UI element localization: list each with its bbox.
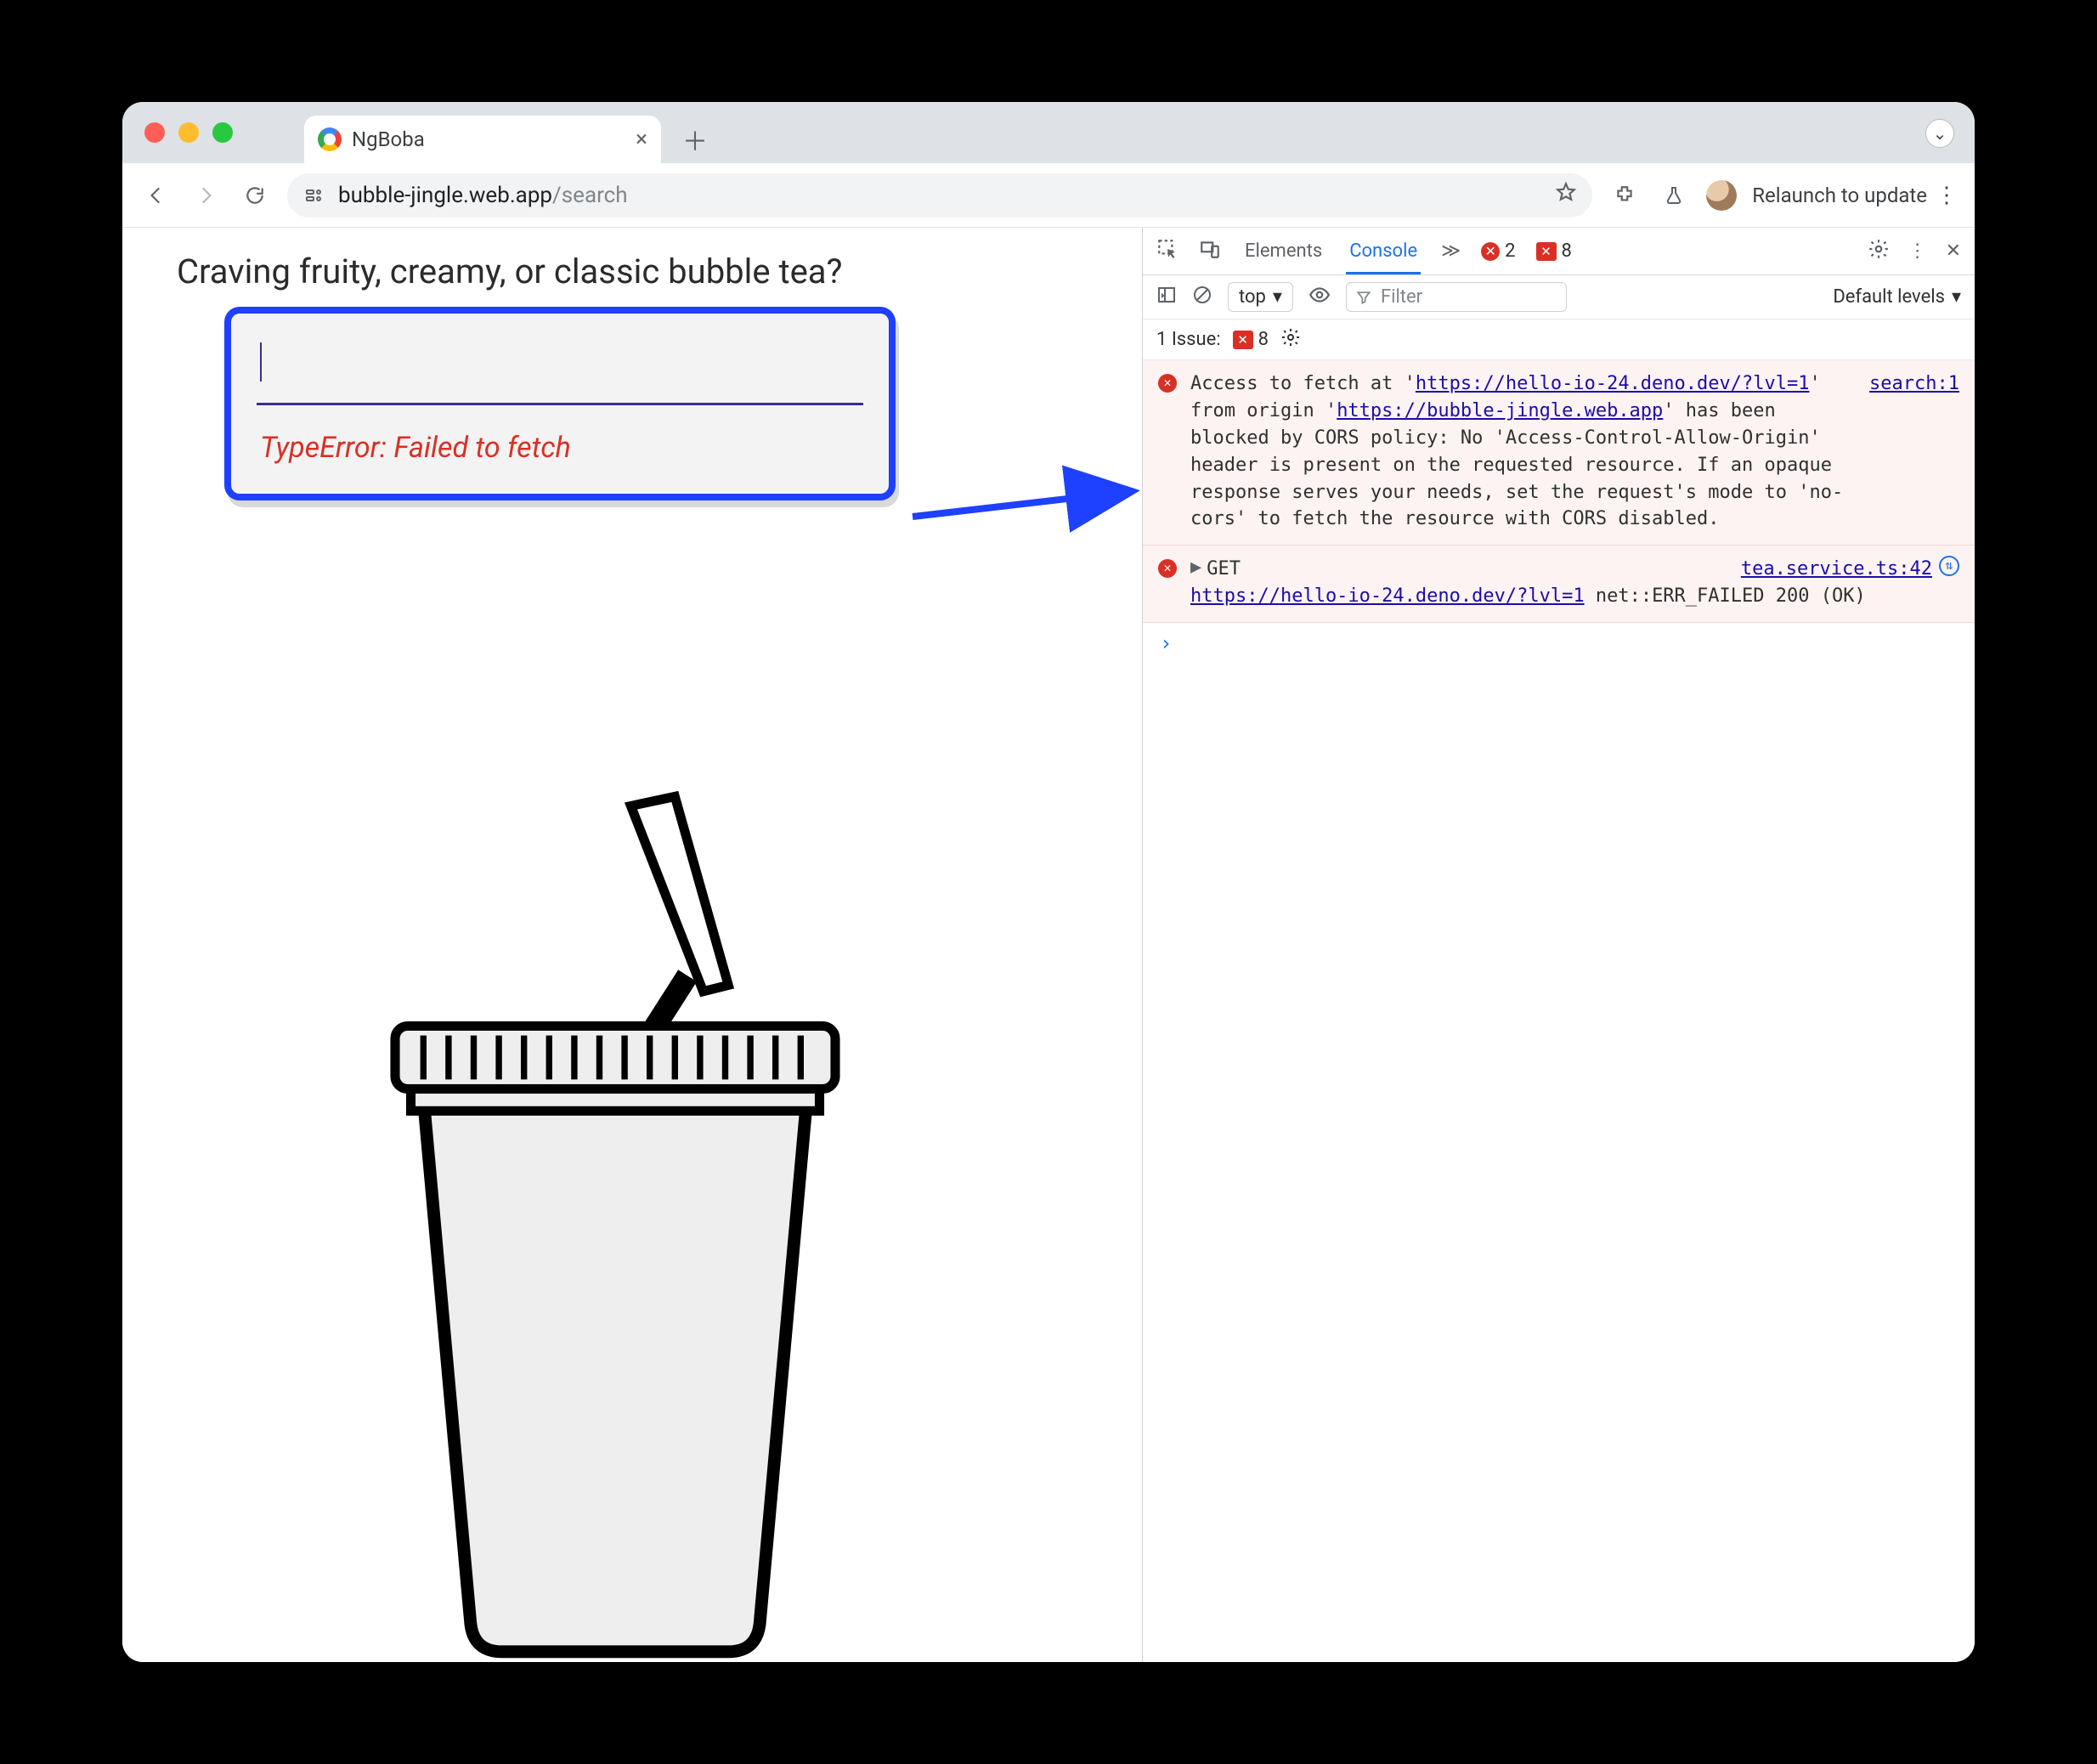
close-tab-icon[interactable]: × bbox=[636, 127, 647, 152]
console-toolbar: top▾ Filter Default levels▾ bbox=[1143, 275, 1975, 319]
console-log: ✕ Access to fetch at 'https://hello-io-2… bbox=[1143, 360, 1975, 1662]
angular-favicon-icon bbox=[318, 127, 342, 151]
reload-button[interactable] bbox=[238, 178, 272, 212]
forward-button[interactable] bbox=[189, 178, 223, 212]
devtools-menu-icon[interactable]: ⋮ bbox=[1908, 240, 1927, 262]
address-bar: bubble-jingle.web.app/search Relaunch to… bbox=[122, 163, 1975, 228]
issues-settings-icon[interactable] bbox=[1280, 327, 1301, 353]
network-badge-icon[interactable]: ⇅ bbox=[1939, 556, 1959, 576]
cors-origin-url-link[interactable]: https://bubble-jingle.web.app bbox=[1337, 400, 1663, 421]
text-caret bbox=[260, 342, 262, 382]
tab-title: NgBoba bbox=[352, 127, 425, 151]
context-selector[interactable]: top▾ bbox=[1228, 282, 1293, 312]
console-error-entry[interactable]: ✕ ▶GET tea.service.ts:42 ⇅ https://hello… bbox=[1143, 546, 1975, 623]
site-settings-icon[interactable] bbox=[302, 184, 326, 207]
tab-elements[interactable]: Elements bbox=[1241, 228, 1325, 274]
maximize-window-button[interactable] bbox=[212, 122, 233, 143]
expand-triangle-icon[interactable]: ▶ bbox=[1190, 554, 1201, 581]
console-error-entry[interactable]: ✕ Access to fetch at 'https://hello-io-2… bbox=[1143, 360, 1975, 546]
failed-request-url-link[interactable]: https://hello-io-24.deno.dev/?lvl=1 bbox=[1190, 585, 1585, 607]
extensions-icon[interactable] bbox=[1608, 178, 1642, 212]
window-menu-button[interactable]: ⌄ bbox=[1925, 119, 1954, 148]
search-card: TypeError: Failed to fetch bbox=[224, 307, 896, 500]
bookmark-star-icon[interactable] bbox=[1555, 181, 1577, 209]
page-heading: Craving fruity, creamy, or classic bubbl… bbox=[177, 252, 1142, 291]
devtools-panel: Elements Console ≫ ✕2 ✕8 ⋮ ✕ top▾ bbox=[1142, 228, 1975, 1662]
browser-window: NgBoba × ＋ ⌄ bubble-jingle.web.ap bbox=[122, 102, 1975, 1662]
error-count-badge[interactable]: ✕2 bbox=[1481, 240, 1515, 262]
error-message: TypeError: Failed to fetch bbox=[231, 405, 889, 494]
live-expression-icon[interactable] bbox=[1309, 284, 1331, 311]
omnibox[interactable]: bubble-jingle.web.app/search bbox=[287, 173, 1592, 218]
inspect-element-icon[interactable] bbox=[1156, 238, 1179, 265]
browser-tab[interactable]: NgBoba × bbox=[304, 116, 661, 163]
relaunch-button[interactable]: Relaunch to update ⋮ bbox=[1752, 183, 1958, 208]
issues-row: 1 Issue: ✕8 bbox=[1143, 319, 1975, 360]
url-text: bubble-jingle.web.app/search bbox=[338, 183, 1543, 208]
device-mode-icon[interactable] bbox=[1199, 238, 1221, 265]
boba-cup-illustration bbox=[301, 789, 930, 1662]
labs-icon[interactable] bbox=[1657, 178, 1691, 212]
more-tabs-icon[interactable]: ≫ bbox=[1441, 240, 1461, 262]
devtools-close-icon[interactable]: ✕ bbox=[1946, 240, 1961, 262]
profile-avatar[interactable] bbox=[1706, 180, 1737, 211]
webpage-viewport: Craving fruity, creamy, or classic bubbl… bbox=[122, 228, 1142, 1662]
error-icon: ✕ bbox=[1158, 559, 1179, 610]
annotation-arrow bbox=[913, 483, 1142, 588]
issue-count-badge[interactable]: ✕8 bbox=[1536, 240, 1572, 262]
window-controls bbox=[144, 122, 233, 143]
issues-label: 1 Issue: bbox=[1156, 329, 1221, 350]
source-link[interactable]: tea.service.ts:42 bbox=[1741, 556, 1932, 583]
clear-console-icon[interactable] bbox=[1192, 285, 1212, 310]
new-tab-button[interactable]: ＋ bbox=[676, 121, 714, 158]
tab-console[interactable]: Console bbox=[1346, 228, 1421, 274]
cors-fetch-url-link[interactable]: https://hello-io-24.deno.dev/?lvl=1 bbox=[1416, 373, 1810, 394]
devtools-settings-icon[interactable] bbox=[1868, 238, 1890, 265]
log-levels-selector[interactable]: Default levels▾ bbox=[1833, 286, 1961, 308]
search-input[interactable] bbox=[257, 329, 863, 405]
console-prompt[interactable]: › bbox=[1143, 623, 1975, 664]
devtools-tab-bar: Elements Console ≫ ✕2 ✕8 ⋮ ✕ bbox=[1143, 228, 1975, 275]
chrome-menu-icon[interactable]: ⋮ bbox=[1936, 183, 1958, 208]
error-icon: ✕ bbox=[1158, 374, 1179, 533]
console-filter-input[interactable]: Filter bbox=[1346, 282, 1567, 312]
back-button[interactable] bbox=[139, 178, 173, 212]
source-link[interactable]: search:1 bbox=[1869, 370, 1959, 533]
close-window-button[interactable] bbox=[144, 122, 165, 143]
tab-strip: NgBoba × ＋ ⌄ bbox=[122, 102, 1975, 163]
relaunch-label: Relaunch to update bbox=[1752, 184, 1927, 207]
minimize-window-button[interactable] bbox=[178, 122, 199, 143]
issues-badge[interactable]: ✕8 bbox=[1233, 329, 1269, 350]
console-sidebar-toggle-icon[interactable] bbox=[1156, 285, 1177, 310]
